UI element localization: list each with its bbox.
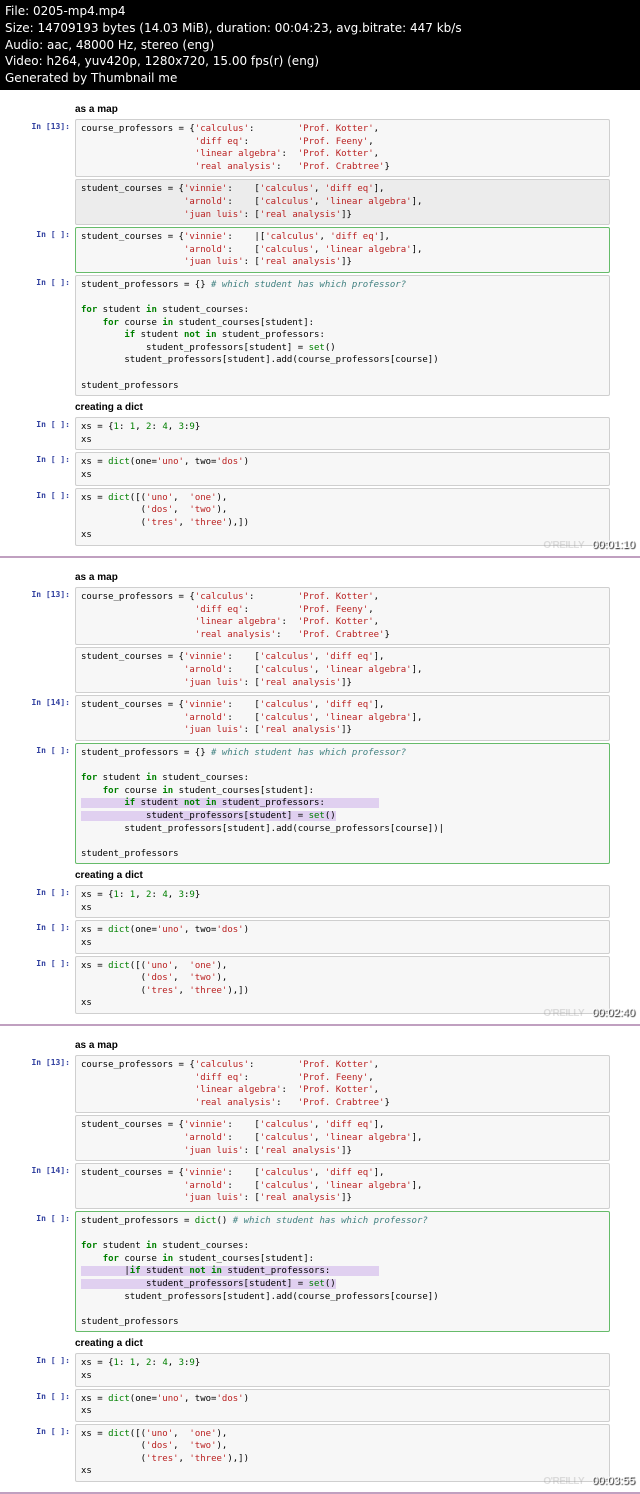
code-input[interactable]: student_courses = {'vinnie': ['calculus'… [75, 1163, 610, 1209]
prompt: In [14]: [30, 1163, 75, 1209]
code-cell[interactable]: In [14]: student_courses = {'vinnie': ['… [30, 1163, 610, 1209]
code-cell[interactable]: In [ ]: xs = dict([('uno', 'one'), ('dos… [30, 956, 610, 1014]
prompt: In [ ]: [30, 1389, 75, 1422]
code-cell[interactable]: In [ ]: xs = dict(one='uno', two='dos') … [30, 920, 610, 953]
prompt: In [13]: [30, 119, 75, 177]
code-cell[interactable]: student_courses = {'vinnie': ['calculus'… [30, 1115, 610, 1161]
watermark: O'REILLY00:02:40 [543, 1007, 635, 1019]
code-cell[interactable]: In [13]: course_professors = {'calculus'… [30, 1055, 610, 1113]
prompt: In [13]: [30, 587, 75, 645]
watermark: O'REILLY00:01:10 [543, 539, 635, 551]
section-title: as a map [75, 104, 640, 115]
code-cell[interactable]: In [ ]: xs = dict(one='uno', two='dos') … [30, 452, 610, 485]
prompt: In [ ]: [30, 488, 75, 546]
timestamp: 00:03:55 [592, 1475, 635, 1487]
code-cell[interactable]: student_courses = {'vinnie': ['calculus'… [30, 179, 610, 225]
code-input[interactable]: student_professors = {} # which student … [75, 743, 610, 864]
code-input[interactable]: student_courses = {'vinnie': ['calculus'… [75, 1115, 610, 1161]
code-cell[interactable]: In [ ]: student_professors = dict() # wh… [30, 1211, 610, 1332]
file-line: File: 0205-mp4.mp4 [5, 3, 635, 20]
code-input[interactable]: xs = dict(one='uno', two='dos') xs [75, 1389, 610, 1422]
watermark: O'REILLY00:03:55 [543, 1475, 635, 1487]
code-cell[interactable]: In [13]: course_professors = {'calculus'… [30, 119, 610, 177]
prompt: In [14]: [30, 695, 75, 741]
code-cell[interactable]: In [ ]: xs = {1: 1, 2: 4, 3:9} xs [30, 885, 610, 918]
prompt: In [ ]: [30, 452, 75, 485]
code-input[interactable]: student_professors = {} # which student … [75, 275, 610, 396]
prompt: In [ ]: [30, 275, 75, 396]
section-title: as a map [75, 572, 640, 583]
timestamp: 00:02:40 [592, 1007, 635, 1019]
code-input[interactable]: course_professors = {'calculus': 'Prof. … [75, 119, 610, 177]
section-title: creating a dict [75, 1338, 640, 1349]
code-input[interactable]: course_professors = {'calculus': 'Prof. … [75, 1055, 610, 1113]
code-cell[interactable]: In [ ]: xs = dict([('uno', 'one'), ('dos… [30, 1424, 610, 1482]
code-cell[interactable]: In [ ]: student_professors = {} # which … [30, 275, 610, 396]
prompt: In [ ]: [30, 227, 75, 273]
code-cell[interactable]: In [14]: student_courses = {'vinnie': ['… [30, 695, 610, 741]
prompt: In [ ]: [30, 743, 75, 864]
code-input[interactable]: xs = {1: 1, 2: 4, 3:9} xs [75, 885, 610, 918]
section-title: creating a dict [75, 870, 640, 881]
code-input[interactable]: student_courses = {'vinnie': ['calculus'… [75, 179, 610, 225]
video-line: Video: h264, yuv420p, 1280x720, 15.00 fp… [5, 53, 635, 70]
code-input[interactable]: student_courses = {'vinnie': |['calculus… [75, 227, 610, 273]
prompt: In [ ]: [30, 1353, 75, 1386]
prompt: In [ ]: [30, 920, 75, 953]
size-line: Size: 14709193 bytes (14.03 MiB), durati… [5, 20, 635, 37]
code-input[interactable]: xs = {1: 1, 2: 4, 3:9} xs [75, 417, 610, 450]
prompt: In [ ]: [30, 885, 75, 918]
section-title: as a map [75, 1040, 640, 1051]
code-cell[interactable]: In [ ]: xs = {1: 1, 2: 4, 3:9} xs [30, 417, 610, 450]
prompt [30, 1115, 75, 1161]
prompt [30, 179, 75, 225]
code-input[interactable]: xs = dict(one='uno', two='dos') xs [75, 452, 610, 485]
thumbnail-frame-3: as a map In [13]: course_professors = {'… [0, 1026, 640, 1494]
prompt [30, 647, 75, 693]
code-input[interactable]: student_courses = {'vinnie': ['calculus'… [75, 647, 610, 693]
thumbnail-frame-2: as a map In [13]: course_professors = {'… [0, 558, 640, 1026]
thumbnail-frame-1: as a map In [13]: course_professors = {'… [0, 90, 640, 558]
prompt: In [ ]: [30, 1424, 75, 1482]
audio-line: Audio: aac, 48000 Hz, stereo (eng) [5, 37, 635, 54]
code-cell[interactable]: In [ ]: xs = {1: 1, 2: 4, 3:9} xs [30, 1353, 610, 1386]
code-cell[interactable]: In [ ]: xs = dict(one='uno', two='dos') … [30, 1389, 610, 1422]
code-input[interactable]: xs = dict([('uno', 'one'), ('dos', 'two'… [75, 956, 610, 1014]
code-input[interactable]: xs = dict(one='uno', two='dos') xs [75, 920, 610, 953]
code-cell[interactable]: In [ ]: student_courses = {'vinnie': |['… [30, 227, 610, 273]
code-input[interactable]: course_professors = {'calculus': 'Prof. … [75, 587, 610, 645]
timestamp: 00:01:10 [592, 539, 635, 551]
code-input[interactable]: student_professors = dict() # which stud… [75, 1211, 610, 1332]
prompt: In [ ]: [30, 1211, 75, 1332]
code-cell[interactable]: In [ ]: student_professors = {} # which … [30, 743, 610, 864]
code-input[interactable]: xs = dict([('uno', 'one'), ('dos', 'two'… [75, 1424, 610, 1482]
code-input[interactable]: xs = dict([('uno', 'one'), ('dos', 'two'… [75, 488, 610, 546]
video-info-header: File: 0205-mp4.mp4 Size: 14709193 bytes … [0, 0, 640, 90]
prompt: In [13]: [30, 1055, 75, 1113]
code-cell[interactable]: student_courses = {'vinnie': ['calculus'… [30, 647, 610, 693]
code-cell[interactable]: In [13]: course_professors = {'calculus'… [30, 587, 610, 645]
code-input[interactable]: student_courses = {'vinnie': ['calculus'… [75, 695, 610, 741]
gen-line: Generated by Thumbnail me [5, 70, 635, 87]
prompt: In [ ]: [30, 956, 75, 1014]
section-title: creating a dict [75, 402, 640, 413]
prompt: In [ ]: [30, 417, 75, 450]
code-cell[interactable]: In [ ]: xs = dict([('uno', 'one'), ('dos… [30, 488, 610, 546]
code-input[interactable]: xs = {1: 1, 2: 4, 3:9} xs [75, 1353, 610, 1386]
